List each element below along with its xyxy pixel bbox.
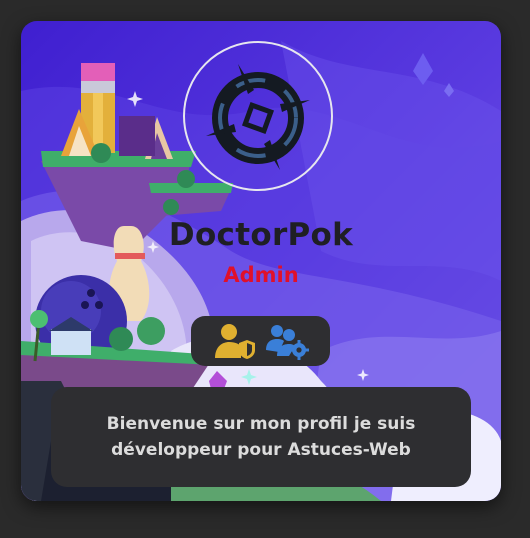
badge-bar	[191, 316, 330, 366]
username: DoctorPok	[168, 217, 354, 253]
bio-panel: Bienvenue sur mon profil je suis dévelop…	[51, 387, 471, 487]
bio-text: Bienvenue sur mon profil je suis dévelop…	[106, 414, 416, 460]
doctorpok-logo-icon	[206, 64, 310, 170]
role-label: Admin	[223, 263, 299, 287]
avatar[interactable]	[183, 41, 333, 191]
user-shield-icon	[214, 324, 255, 359]
badge-admin[interactable]	[213, 321, 257, 361]
badge-staff[interactable]	[265, 321, 309, 361]
profile-card: DoctorPok Admin Bienvenue sur mon profil…	[21, 21, 501, 501]
users-gear-icon	[265, 325, 309, 360]
